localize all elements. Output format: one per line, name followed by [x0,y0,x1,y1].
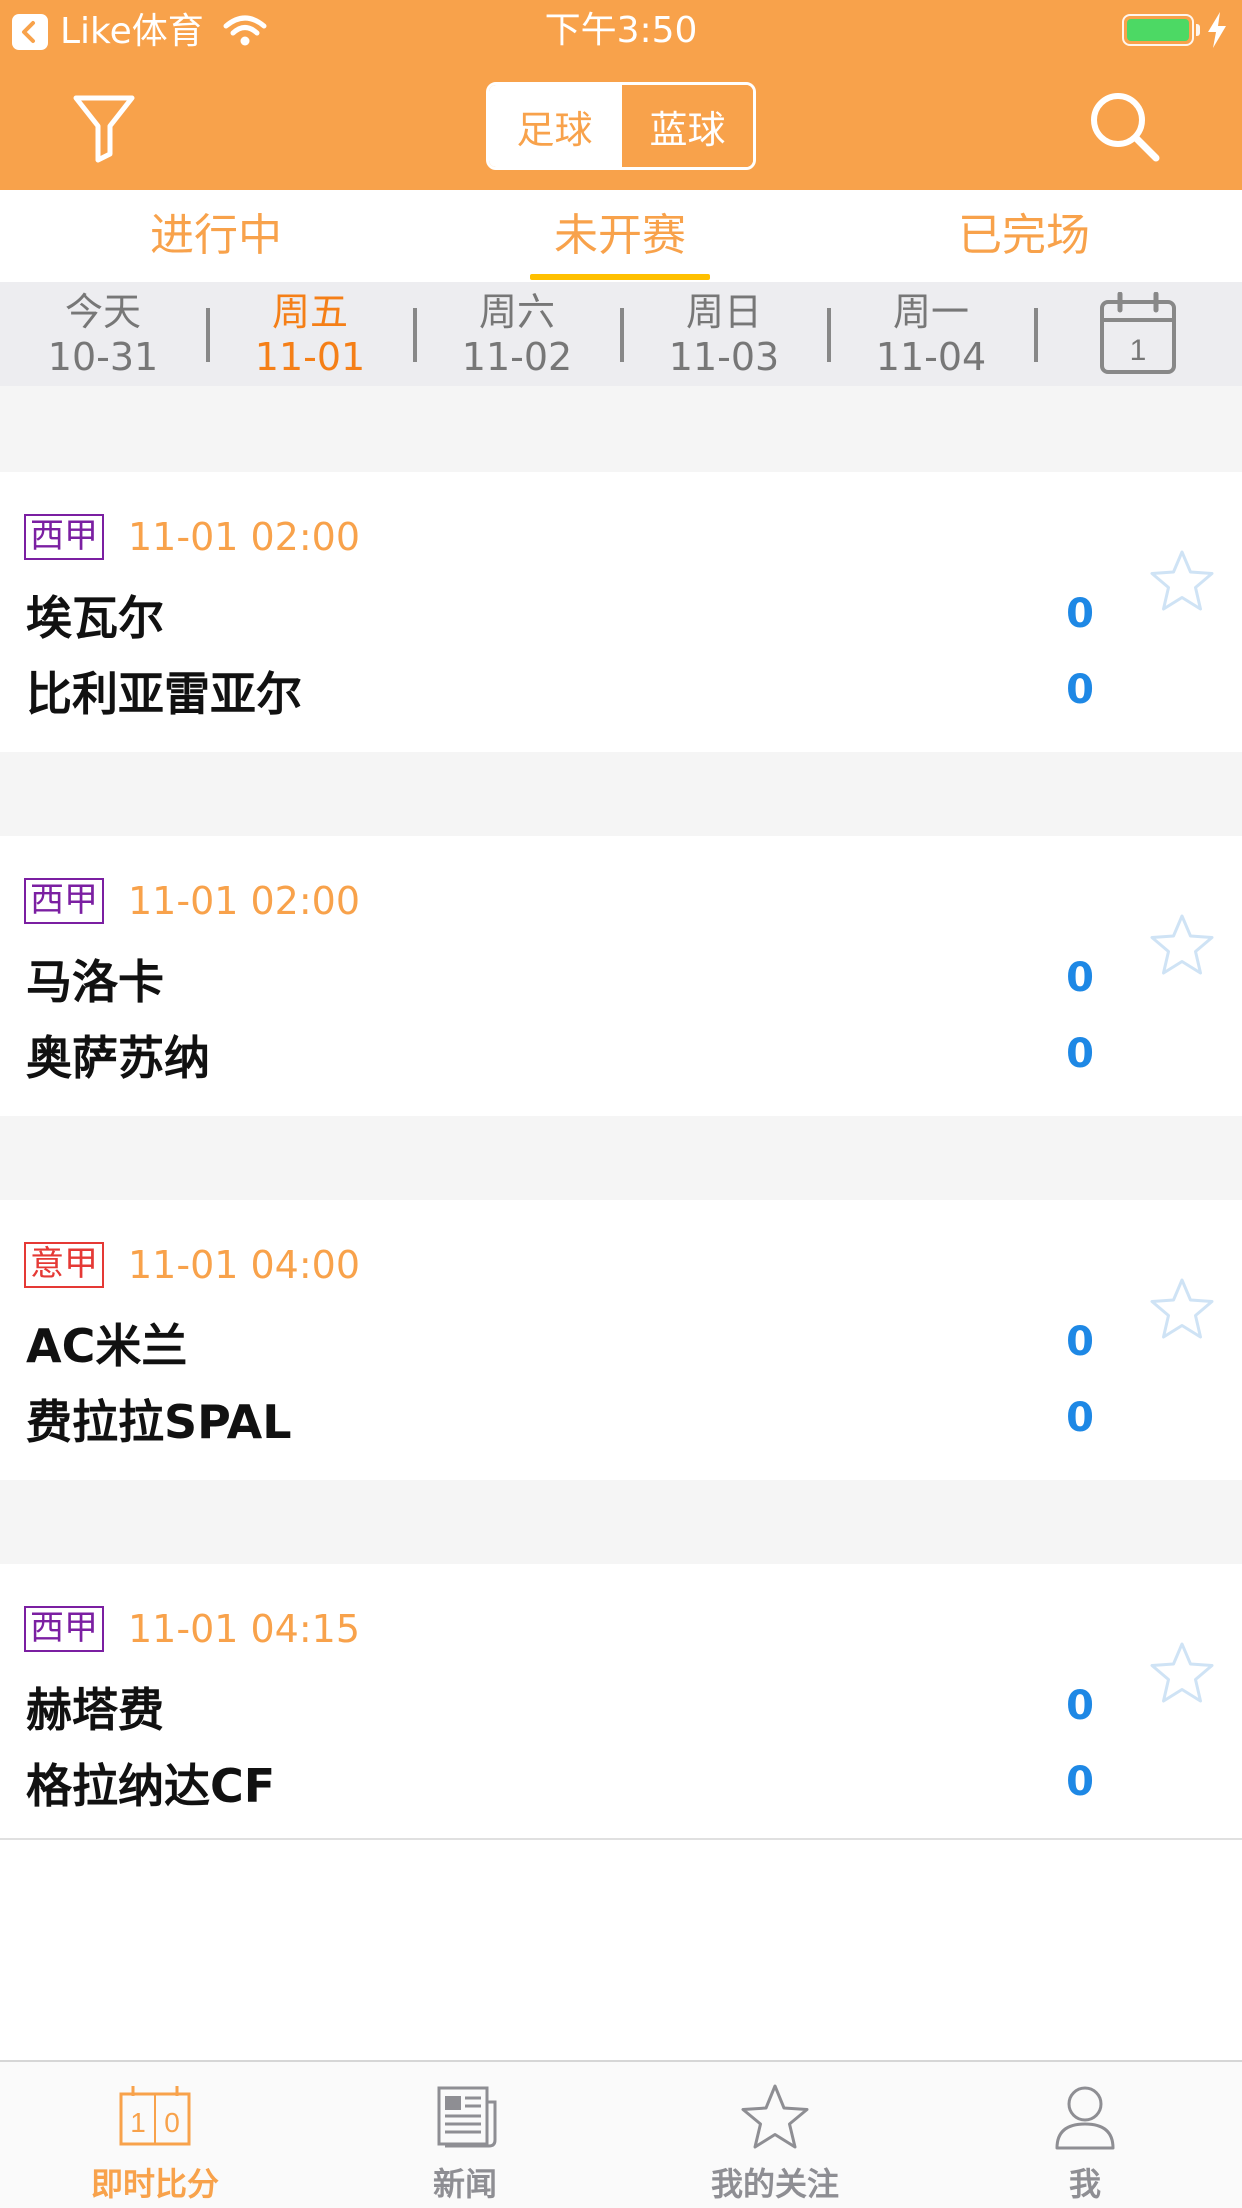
league-badge: 西甲 [24,1606,104,1652]
match-card[interactable]: 西甲 11-01 04:15 赫塔费 0 格拉纳达CF 0 [0,1564,1242,1844]
home-score: 0 [1066,1319,1094,1365]
tab-upcoming[interactable]: 未开赛 [470,190,770,282]
league-badge: 意甲 [24,1242,104,1288]
svg-text:0: 0 [164,2107,180,2138]
tab-live-score[interactable]: 1 0 即时比分 [0,2062,310,2208]
date-divider [827,308,831,362]
star-icon[interactable] [1148,1276,1216,1342]
date-divider [1034,308,1038,362]
bottom-tab-bar: 1 0 即时比分 新闻 我的关注 我 [0,2062,1242,2208]
match-time: 11-01 04:00 [128,1243,361,1287]
date-today[interactable]: 今天 10-31 [13,290,193,380]
away-score: 0 [1066,1031,1094,1077]
date-divider [206,308,210,362]
home-team: AC米兰 [26,1319,188,1373]
away-team: 奥萨苏纳 [26,1031,210,1085]
date-weekday: 周六 [478,290,555,334]
away-score: 0 [1066,667,1094,713]
football-tab[interactable]: 足球 [489,85,620,167]
away-score: 0 [1066,1759,1094,1805]
basketball-tab[interactable]: 蓝球 [620,85,753,167]
match-time: 11-01 04:15 [128,1607,361,1651]
tab-me[interactable]: 我 [930,2062,1240,2208]
list-spacer [0,1116,1242,1200]
date-value: 11-01 [254,335,366,379]
date-value: 11-03 [668,335,780,379]
home-team: 马洛卡 [26,955,164,1009]
date-sat[interactable]: 周六 11-02 [427,290,607,380]
match-time: 11-01 02:00 [128,515,361,559]
date-weekday: 今天 [64,290,141,334]
league-badge: 西甲 [24,514,104,560]
list-spacer [0,386,1242,472]
battery-tip [1196,24,1200,36]
tab-news[interactable]: 新闻 [310,2062,620,2208]
date-sun[interactable]: 周日 11-03 [634,290,814,380]
away-team: 费拉拉SPAL [26,1395,292,1449]
date-mon[interactable]: 周一 11-04 [841,290,1021,380]
search-icon[interactable] [1086,88,1162,164]
home-score: 0 [1066,591,1094,637]
away-score: 0 [1066,1395,1094,1441]
date-fri-selected[interactable]: 周五 11-01 [220,290,400,380]
home-team: 埃瓦尔 [26,591,164,645]
person-icon [1055,2086,1115,2150]
tab-label: 我 [1068,2165,1101,2203]
funnel-icon[interactable] [72,92,136,164]
match-time: 11-01 02:00 [128,879,361,923]
battery-icon [1122,14,1194,46]
list-spacer [0,752,1242,836]
date-value: 10-31 [47,335,159,379]
date-weekday: 周一 [892,290,969,334]
star-icon[interactable] [1148,1640,1216,1706]
date-weekday: 周日 [685,290,762,334]
home-score: 0 [1066,955,1094,1001]
date-divider [620,308,624,362]
newspaper-icon [437,2086,497,2148]
home-team: 赫塔费 [26,1683,164,1737]
svg-text:1: 1 [130,2107,146,2138]
calendar-icon[interactable]: 1 [1098,292,1178,376]
date-divider [413,308,417,362]
league-badge: 西甲 [24,878,104,924]
match-state-tabs: 进行中 未开赛 已完场 [0,190,1242,282]
date-value: 11-02 [461,335,573,379]
active-tab-indicator [530,274,710,280]
match-card[interactable]: 意甲 11-01 04:00 AC米兰 0 费拉拉SPAL 0 [0,1200,1242,1480]
star-icon [741,2084,809,2149]
home-score: 0 [1066,1683,1094,1729]
top-bar: Like体育 下午3:50 足球 蓝球 [0,0,1242,190]
list-end-divider [0,1838,1242,1840]
tab-label: 我的关注 [710,2165,839,2203]
tab-following[interactable]: 我的关注 [620,2062,930,2208]
status-time: 下午3:50 [544,10,698,51]
scoreboard-icon: 1 0 [119,2086,191,2146]
charging-bolt-icon [1208,12,1226,48]
away-team: 比利亚雷亚尔 [26,667,302,721]
calendar-day: 1 [1130,334,1147,367]
list-spacer [0,1480,1242,1564]
sport-switch: 足球 蓝球 [486,82,756,170]
match-card[interactable]: 西甲 11-01 02:00 埃瓦尔 0 比利亚雷亚尔 0 [0,472,1242,752]
star-icon[interactable] [1148,548,1216,614]
tab-label: 即时比分 [90,2165,219,2203]
tab-finished[interactable]: 已完场 [874,190,1174,282]
tab-live[interactable]: 进行中 [66,190,366,282]
star-icon[interactable] [1148,912,1216,978]
away-team: 格拉纳达CF [26,1759,276,1813]
date-value: 11-04 [875,335,987,379]
match-card[interactable]: 西甲 11-01 02:00 马洛卡 0 奥萨苏纳 0 [0,836,1242,1116]
date-weekday: 周五 [271,290,348,334]
tab-label: 新闻 [432,2165,497,2203]
